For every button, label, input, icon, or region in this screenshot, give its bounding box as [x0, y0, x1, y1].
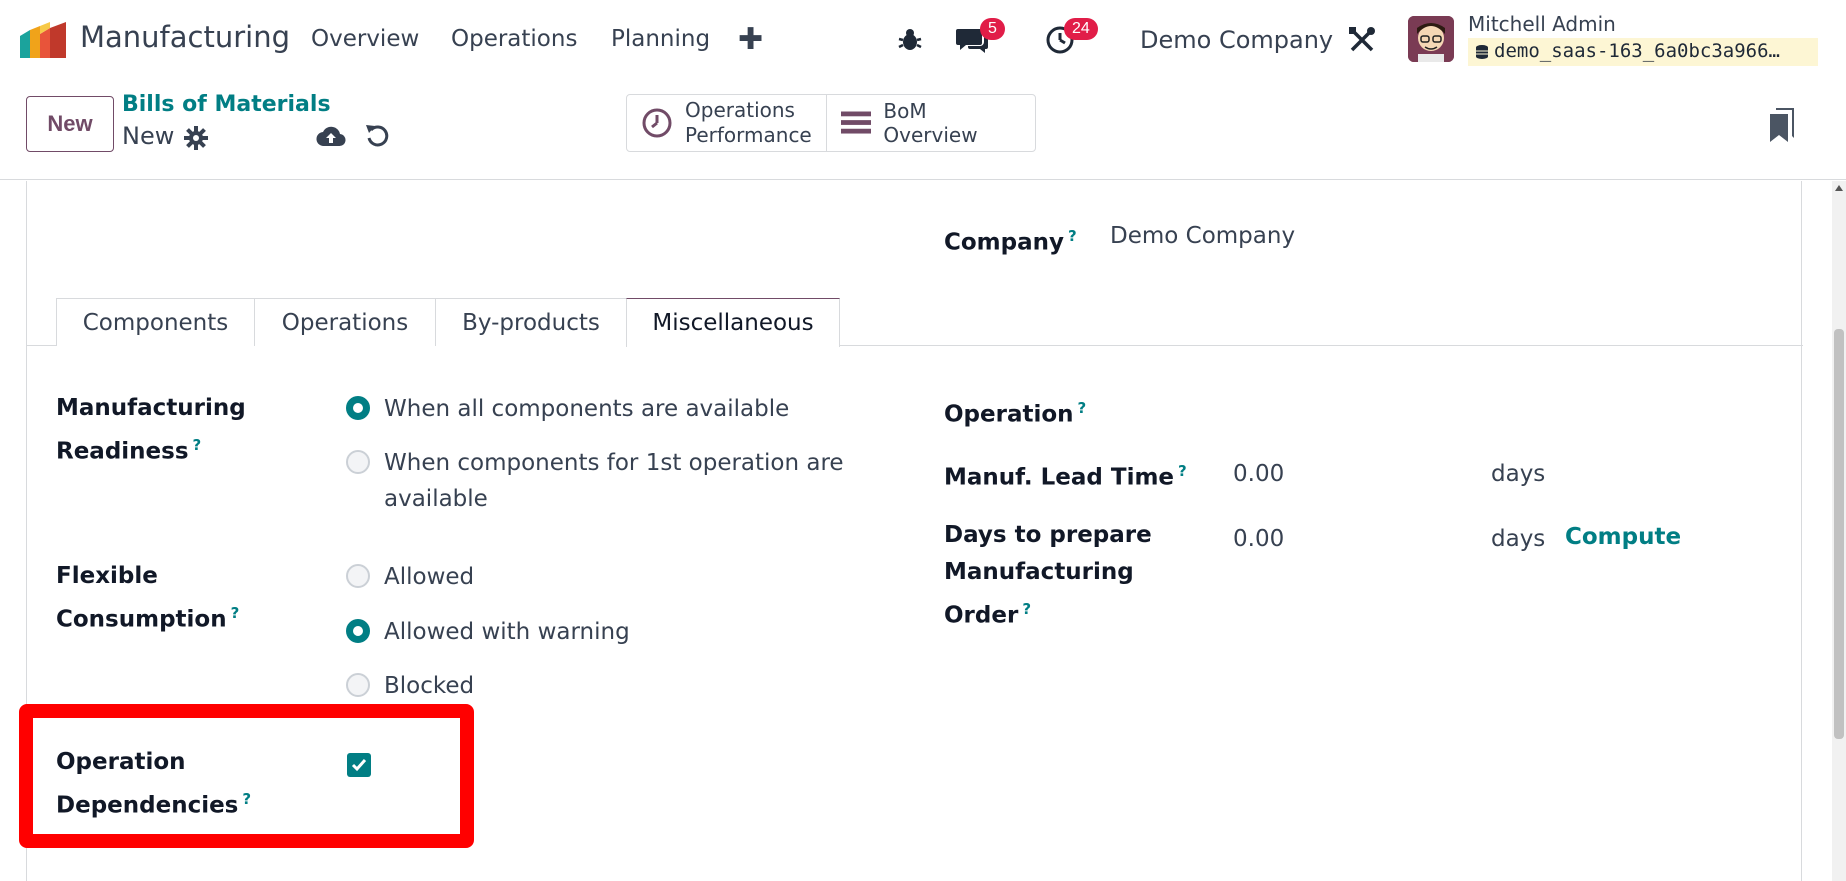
readiness-label-2-wrap: Readiness? [56, 427, 246, 471]
prepare-label: Days to prepare Manufacturing Order? [944, 517, 1152, 635]
flexible-label: Flexible Consumption? [56, 558, 239, 639]
scroll-thumb[interactable] [1834, 329, 1844, 739]
bom-overview-label: BoM Overview [883, 99, 978, 147]
tab-by-products[interactable]: By-products [435, 298, 627, 346]
prepare-label-3-wrap: Order? [944, 591, 1152, 635]
flexible-label-2: Consumption [56, 606, 227, 633]
scrollbar[interactable] [1832, 181, 1846, 881]
manufacturing-app-icon[interactable] [20, 22, 68, 58]
activities-badge: 24 [1064, 18, 1098, 40]
readiness-label-1: Manufacturing [56, 395, 246, 421]
company-label: Company? [944, 218, 1077, 262]
operation-label-text: Operation [944, 401, 1074, 428]
ops-perf-label-1: Operations [685, 98, 795, 122]
radio-unchecked[interactable] [346, 673, 370, 697]
lead-time-help[interactable]: ? [1178, 462, 1187, 480]
app-name[interactable]: Manufacturing [80, 20, 290, 54]
top-navbar: Manufacturing Overview Operations Planni… [0, 0, 1846, 82]
breadcrumb-bills-of-materials[interactable]: Bills of Materials [122, 92, 331, 117]
company-switcher[interactable]: Demo Company [1140, 26, 1333, 54]
ops-perf-label-2: Performance [685, 123, 812, 147]
database-name: demo_saas-163_6a0bc3a966… [1468, 38, 1818, 66]
readiness-help[interactable]: ? [193, 436, 202, 454]
operations-performance-button[interactable]: Operations Performance [627, 95, 826, 151]
notebook-tabs: Components Operations By-products Miscel… [27, 298, 1803, 347]
undo-icon[interactable] [364, 122, 392, 150]
tab-components[interactable]: Components [56, 298, 255, 346]
messages-badge: 5 [980, 18, 1005, 40]
readiness-option-all[interactable]: When all components are available [346, 391, 789, 427]
prepare-label-2: Manufacturing [944, 559, 1134, 585]
clock-icon [642, 108, 672, 138]
user-name[interactable]: Mitchell Admin [1468, 12, 1616, 36]
flexible-option-allowed-label: Allowed [384, 564, 475, 590]
flexible-help[interactable]: ? [231, 604, 240, 622]
flexible-option-blocked[interactable]: Blocked [346, 668, 474, 704]
company-label-text: Company [944, 229, 1064, 256]
radio-unchecked[interactable] [346, 564, 370, 588]
lead-time-input[interactable]: 0.00 [1233, 461, 1284, 487]
compute-button[interactable]: Compute [1565, 524, 1681, 550]
operation-help[interactable]: ? [1078, 399, 1087, 417]
database-label: demo_saas-163_6a0bc3a966… [1494, 40, 1780, 62]
user-avatar[interactable] [1408, 16, 1454, 62]
menu-operations[interactable]: Operations [451, 26, 577, 52]
flexible-option-warning-label: Allowed with warning [384, 619, 630, 645]
bug-icon[interactable] [892, 22, 928, 58]
readiness-option-first-op[interactable]: When components for 1st operation are ava… [346, 445, 844, 517]
readiness-option-all-label: When all components are available [384, 396, 790, 422]
flexible-option-allowed[interactable]: Allowed [346, 559, 474, 595]
readiness-label-2: Readiness [56, 438, 189, 465]
bom-overview-button[interactable]: BoM Overview [825, 95, 1035, 151]
prepare-label-3: Order [944, 602, 1019, 629]
readiness-option-first-op-line1: When components for 1st operation are [384, 450, 844, 476]
radio-checked[interactable] [346, 619, 370, 643]
radio-checked[interactable] [346, 396, 370, 420]
company-value[interactable]: Demo Company [1110, 223, 1295, 249]
new-button[interactable]: New [26, 96, 114, 152]
flexible-option-blocked-label: Blocked [384, 673, 475, 699]
database-icon [1476, 45, 1488, 59]
debug-tools-icon[interactable] [1344, 22, 1380, 58]
flexible-label-2-wrap: Consumption? [56, 595, 239, 639]
company-help[interactable]: ? [1068, 227, 1077, 245]
prepare-input[interactable]: 0.00 [1233, 526, 1284, 552]
gear-icon[interactable] [184, 126, 208, 150]
bookmark-icon[interactable] [1770, 108, 1796, 142]
control-panel: New Bills of Materials New Operations Pe… [0, 82, 1846, 180]
radio-unchecked[interactable] [346, 450, 370, 474]
highlight-box [19, 704, 474, 848]
prepare-label-1: Days to prepare [944, 522, 1152, 548]
tab-operations[interactable]: Operations [254, 298, 436, 346]
lead-time-label-text: Manuf. Lead Time [944, 464, 1175, 491]
readiness-label: Manufacturing Readiness? [56, 390, 246, 471]
cloud-save-icon[interactable] [316, 124, 346, 150]
readiness-option-first-op-line2: available [384, 486, 488, 512]
flexible-option-warning[interactable]: Allowed with warning [346, 614, 630, 650]
breadcrumb-current: New [122, 122, 175, 150]
operation-label: Operation? [944, 390, 1086, 434]
scroll-up-arrow[interactable] [1835, 185, 1843, 191]
readiness-option-first-op-label: When components for 1st operation are ava… [384, 445, 844, 517]
flexible-label-1: Flexible [56, 563, 158, 589]
prepare-unit: days [1491, 526, 1546, 552]
smart-buttons: Operations Performance BoM Overview [626, 94, 1036, 152]
menu-overview[interactable]: Overview [311, 26, 419, 52]
lead-time-label: Manuf. Lead Time? [944, 453, 1187, 497]
bars-icon [840, 111, 872, 134]
plus-icon[interactable]: ✚ [738, 22, 763, 57]
lead-time-unit: days [1491, 461, 1546, 487]
prepare-help[interactable]: ? [1022, 600, 1031, 618]
menu-planning[interactable]: Planning [611, 26, 710, 52]
tab-miscellaneous[interactable]: Miscellaneous [626, 298, 840, 347]
